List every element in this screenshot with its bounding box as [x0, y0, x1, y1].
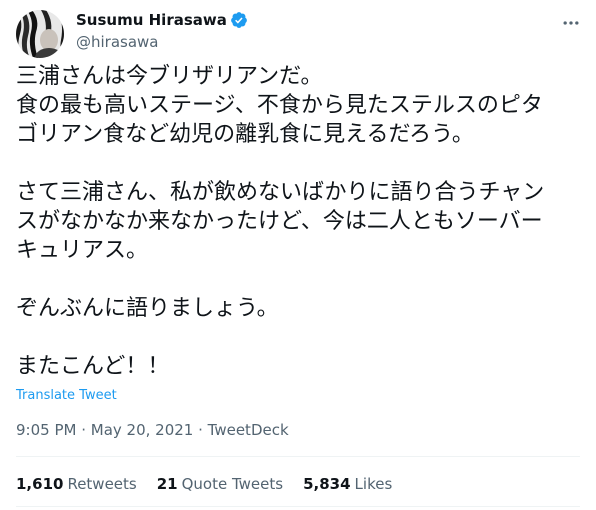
meta-separator: · — [193, 421, 208, 439]
quote-tweets-stat[interactable]: 21 Quote Tweets — [157, 474, 283, 494]
quote-tweets-count: 21 — [156, 475, 178, 493]
retweets-label: Retweets — [67, 475, 137, 493]
avatar[interactable] — [16, 10, 64, 58]
tweet-text: 三浦さんは今ブリザリアンだ。 食の最も高いステージ、不食から見たステルスのピタ … — [16, 62, 582, 381]
tweet-line: ぞんぶんに語りましょう。 — [16, 296, 279, 321]
likes-count: 5,834 — [303, 475, 351, 493]
likes-label: Likes — [354, 475, 393, 493]
tweet-stats: 1,610 Retweets 21 Quote Tweets 5,834 Likes — [16, 474, 412, 494]
retweets-stat[interactable]: 1,610 Retweets — [16, 474, 137, 494]
tweet-meta: 9:05 PM · May 20, 2021 · TweetDeck — [16, 420, 289, 440]
tweet-line: 食の最も高いステージ、不食から見たステルスのピタ — [16, 93, 543, 118]
retweets-count: 1,610 — [16, 475, 64, 493]
tweet-line: キュリアス。 — [16, 238, 149, 263]
tweet-line: またこんど！！ — [16, 354, 170, 379]
author-display-name[interactable]: Susumu Hirasawa — [76, 10, 227, 30]
tweet-time[interactable]: 9:05 PM — [16, 421, 76, 439]
tweet-line: さて三浦さん、私が飲めないばかりに語り合うチャン — [16, 180, 545, 205]
tweet-line: スがなかなか来なかったけど、今は二人ともソーバー — [16, 209, 543, 234]
translate-tweet-link[interactable]: Translate Tweet — [16, 388, 117, 404]
tweet-line: 三浦さんは今ブリザリアンだ。 — [16, 64, 323, 89]
tweet-client[interactable]: TweetDeck — [208, 421, 289, 439]
meta-separator: · — [76, 421, 91, 439]
more-options-icon[interactable] — [560, 12, 582, 34]
verified-badge-icon — [230, 11, 248, 29]
avatar-image — [16, 10, 64, 58]
tweet-date[interactable]: May 20, 2021 — [91, 421, 194, 439]
quote-tweets-label: Quote Tweets — [181, 475, 284, 493]
tweet-line: ゴリアン食など幼児の離乳食に見えるだろう。 — [16, 122, 474, 147]
tweet-card: Susumu Hirasawa @hirasawa 三浦さんは今ブリザリアンだ。… — [0, 0, 596, 510]
author-handle[interactable]: @hirasawa — [76, 32, 159, 52]
divider — [16, 506, 580, 507]
author-name-row[interactable]: Susumu Hirasawa — [76, 10, 248, 30]
divider — [16, 456, 580, 457]
likes-stat[interactable]: 5,834 Likes — [303, 474, 392, 494]
